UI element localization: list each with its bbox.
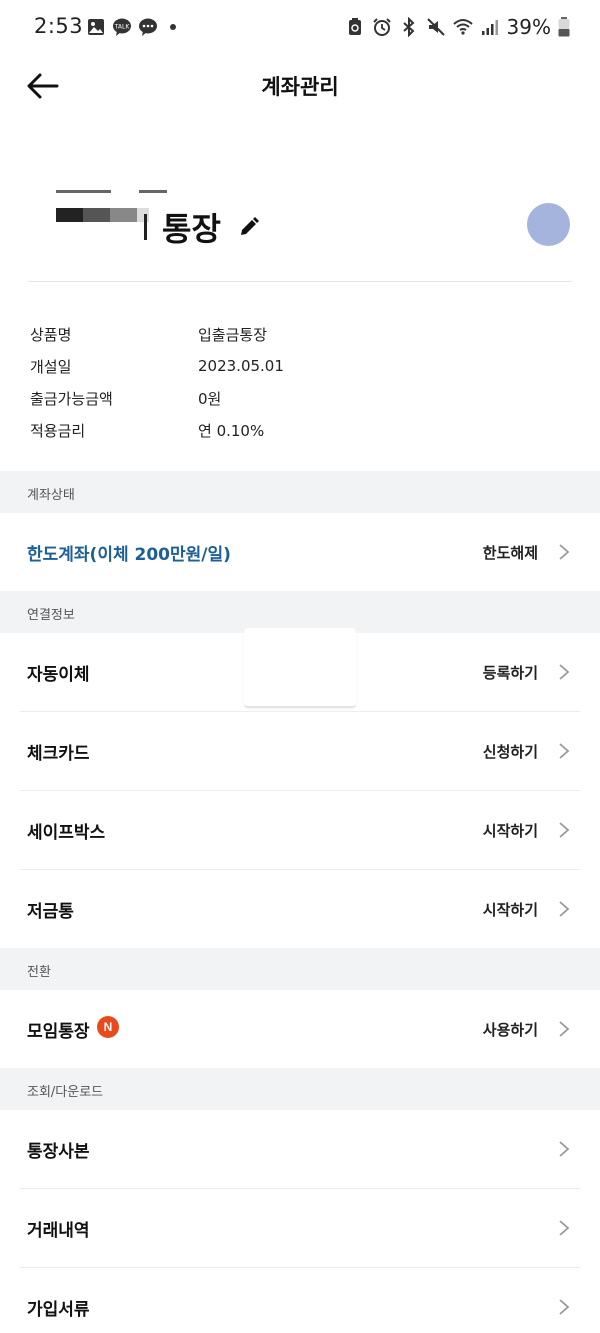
chevron-right-icon: [559, 822, 570, 838]
row-action[interactable]: 한도해제: [483, 542, 538, 563]
kakaotalk-icon: TALK: [113, 18, 131, 36]
alarm-icon: [372, 18, 391, 36]
section-title: 계좌상태: [27, 488, 75, 503]
gallery-icon: [88, 19, 104, 35]
account-name: 통장: [162, 210, 221, 248]
info-label: 개설일: [30, 357, 72, 376]
info-value: 0원: [198, 389, 222, 408]
system-icons: 39%: [345, 15, 570, 39]
divider: [28, 281, 572, 282]
row-label: 자동이체: [27, 665, 90, 685]
row-action[interactable]: 등록하기: [483, 662, 538, 683]
row-piggy-bank[interactable]: 저금통 시작하기: [0, 870, 600, 949]
info-row-interest: 적용금리 연 0.10%: [30, 414, 284, 446]
chevron-right-icon: [559, 1141, 570, 1157]
row-transaction-history[interactable]: 거래내역: [0, 1189, 600, 1268]
chevron-right-icon: [559, 1021, 570, 1037]
section-header-convert: 전환: [0, 948, 600, 990]
row-label: 저금통: [27, 902, 74, 922]
row-passbook-copy[interactable]: 통장사본: [0, 1110, 600, 1189]
row-label: 가입서류: [27, 1300, 90, 1320]
chevron-right-icon: [559, 544, 570, 560]
row-label: 한도계좌(이체 200만원/일): [27, 545, 231, 565]
section-title: 연결정보: [27, 608, 75, 623]
chevron-right-icon: [559, 743, 570, 759]
app-header: 계좌관리: [0, 56, 600, 114]
info-value: 연 0.10%: [198, 421, 265, 440]
battery-level: 39%: [506, 15, 551, 39]
info-row-withdrawable: 출금가능금액 0원: [30, 382, 284, 414]
info-value: 입출금통장: [198, 325, 268, 344]
row-group-account[interactable]: 모임통장 N 사용하기: [0, 990, 600, 1069]
account-title-area: 통장: [0, 170, 600, 280]
chevron-right-icon: [559, 1220, 570, 1236]
row-action[interactable]: 시작하기: [483, 899, 538, 920]
row-check-card[interactable]: 체크카드 신청하기: [0, 712, 600, 791]
page-title: 계좌관리: [261, 75, 339, 99]
notification-icons: TALK: [86, 17, 176, 37]
row-safe-box[interactable]: 세이프박스 시작하기: [0, 791, 600, 870]
section-header-status: 계좌상태: [0, 471, 600, 513]
info-row-open-date: 개설일 2023.05.01: [30, 350, 284, 382]
row-signup-documents[interactable]: 가입서류: [0, 1268, 600, 1333]
row-label: 거래내역: [27, 1221, 90, 1241]
new-badge: N: [97, 1016, 119, 1038]
chevron-right-icon: [559, 901, 570, 917]
info-label: 상품명: [30, 325, 72, 344]
account-info: 상품명 입출금통장 개설일 2023.05.01 출금가능금액 0원 적용금리 …: [30, 318, 284, 446]
chevron-right-icon: [559, 664, 570, 680]
info-label: 적용금리: [30, 421, 86, 440]
battery-saver-icon: [348, 18, 361, 35]
svg-text:TALK: TALK: [114, 24, 131, 31]
section-title: 전환: [27, 965, 51, 980]
masked-separator: [144, 214, 147, 240]
pencil-icon[interactable]: [238, 216, 260, 238]
signal-icon: [481, 20, 498, 35]
dot-icon: [170, 24, 176, 30]
mute-icon: [426, 18, 445, 36]
row-limit-account[interactable]: 한도계좌(이체 200만원/일) 한도해제: [0, 513, 600, 592]
chat-icon: [139, 18, 157, 36]
section-header-linked: 연결정보: [0, 591, 600, 633]
info-value: 2023.05.01: [198, 357, 284, 375]
chevron-right-icon: [559, 1299, 570, 1315]
info-row-product: 상품명 입출금통장: [30, 318, 284, 350]
battery-icon: [558, 17, 570, 37]
status-bar: 2:53 TALK 39%: [0, 0, 600, 56]
overlay-card: [244, 628, 356, 708]
section-title: 조회/다운로드: [27, 1085, 104, 1100]
row-action[interactable]: 신청하기: [483, 741, 538, 762]
row-action[interactable]: 사용하기: [483, 1019, 538, 1040]
row-action[interactable]: 시작하기: [483, 820, 538, 841]
row-label: 통장사본: [27, 1142, 90, 1162]
info-label: 출금가능금액: [30, 389, 113, 408]
wifi-icon: [452, 19, 473, 35]
avatar[interactable]: [527, 203, 570, 246]
bluetooth-icon: [402, 17, 415, 37]
section-header-inquiry: 조회/다운로드: [0, 1068, 600, 1110]
row-label: 세이프박스: [27, 823, 106, 843]
row-label: 체크카드: [27, 744, 90, 764]
row-label: 모임통장: [27, 1022, 90, 1042]
status-time: 2:53: [34, 14, 84, 38]
